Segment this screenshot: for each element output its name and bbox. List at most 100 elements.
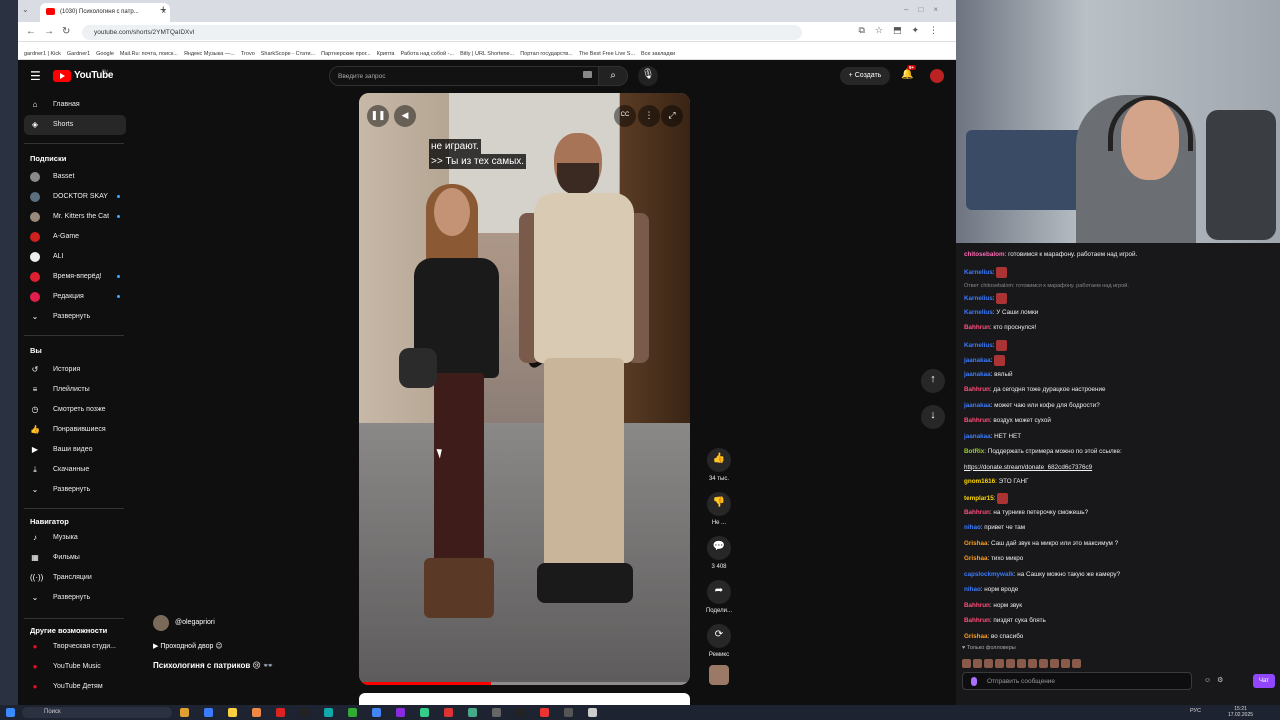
chat-username[interactable]: Bahhrun — [964, 386, 990, 393]
next-short-button[interactable]: ↓ — [921, 405, 945, 429]
chat-username[interactable]: templar15 — [964, 495, 994, 502]
start-icon[interactable] — [6, 708, 15, 717]
emote-row[interactable] — [962, 655, 1083, 673]
system-tray[interactable]: РУС — [1010, 708, 1201, 714]
navigator-header[interactable]: Навигатор — [30, 517, 69, 526]
chat-username[interactable]: Bahhrun — [964, 509, 990, 516]
bookmark-item[interactable]: Партнерские прог... — [321, 51, 370, 57]
sidebar-item[interactable]: ▶ Ваши видео — [24, 440, 126, 460]
chat-username[interactable]: Karnelius — [964, 309, 993, 316]
chat-username[interactable]: nihao — [964, 524, 981, 531]
chat-username[interactable]: Grishaa — [964, 633, 987, 640]
create-button[interactable]: + Создать — [840, 67, 890, 85]
bookmark-item[interactable]: Все закладки — [641, 51, 675, 57]
sidebar-item[interactable]: ◷ Смотреть позже — [24, 400, 126, 420]
sidebar-item[interactable]: ▦ Фильмы — [24, 548, 126, 568]
taskbar-app-icon[interactable] — [540, 708, 549, 717]
chat-send-button[interactable]: Чат — [1253, 674, 1275, 688]
chat-username[interactable]: jaanakaa — [964, 357, 991, 364]
bookmark-item[interactable]: gardner1 | Kick — [24, 51, 61, 57]
remix-action[interactable]: ⟳ Ремикс — [699, 624, 739, 658]
youtube-logo-icon[interactable] — [53, 70, 71, 82]
sidebar-item[interactable]: ⌄ Развернуть — [24, 480, 126, 500]
sidebar-item[interactable]: ⌂ Главная — [24, 95, 126, 115]
window-controls[interactable]: –□× — [904, 5, 948, 14]
pause-icon[interactable]: ❚❚ — [367, 105, 389, 127]
sidebar-item[interactable]: ♪ Музыка — [24, 528, 126, 548]
forward-icon[interactable]: → — [44, 26, 54, 37]
chat-username[interactable]: jaanakaa — [964, 371, 991, 378]
sidebar-item[interactable]: Mr. Kitters the Cat — [24, 207, 126, 227]
tab-search-icon[interactable]: ⌄ — [22, 5, 29, 14]
chat-username[interactable]: nihao — [964, 586, 981, 593]
taskbar-search[interactable]: Поиск — [22, 707, 172, 718]
taskbar-app-icon[interactable] — [228, 708, 237, 717]
chat-settings-icons[interactable]: ☺⚙ — [1204, 676, 1229, 684]
comment-icon[interactable]: 💬 — [707, 536, 731, 560]
tab-youtube[interactable]: (1030) Психологиня с патр... × — [40, 3, 170, 22]
sidebar-item[interactable]: A-Game — [24, 227, 126, 247]
chat-username[interactable]: chitosebalom — [964, 251, 1005, 258]
voice-search-button[interactable]: 🎙 — [638, 66, 658, 86]
account-avatar[interactable] — [930, 69, 944, 83]
taskbar-app-icon[interactable] — [564, 708, 573, 717]
dislike-action[interactable]: 👎 Не ... — [699, 492, 739, 526]
chat-username[interactable]: Grishaa — [964, 555, 987, 562]
playlist-link[interactable]: ▶ Проходной двор 😉 — [153, 642, 223, 650]
taskbar-app-icon[interactable] — [276, 708, 285, 717]
sidebar-item[interactable]: ⌄ Развернуть — [24, 307, 126, 327]
bookmark-item[interactable]: Bitly | URL Shortene... — [460, 51, 514, 57]
search-button[interactable]: ⌕ — [598, 66, 628, 86]
url-field[interactable]: youtube.com/shorts/2YMTQaIDXvI — [82, 25, 802, 40]
search-input[interactable]: Введите запрос — [329, 66, 599, 86]
bookmark-item[interactable]: Google — [96, 51, 114, 57]
chat-link[interactable]: https://donate.stream/donate_682cd6c7376… — [964, 464, 1276, 472]
taskbar-app-icon[interactable] — [300, 708, 309, 717]
chat-username[interactable]: Bahhrun — [964, 602, 990, 609]
taskbar-app-icon[interactable] — [420, 708, 429, 717]
video-progress-bar[interactable] — [359, 682, 690, 685]
more-header[interactable]: Другие возможности — [30, 626, 107, 635]
menu-icon[interactable]: ☰ — [30, 69, 41, 83]
bookmark-item[interactable]: Работа над собой -... — [400, 51, 454, 57]
bookmark-item[interactable]: Gardner1 — [67, 51, 90, 57]
sidebar-item[interactable]: ⤓ Скачанные — [24, 460, 126, 480]
sidebar-item[interactable]: ALI — [24, 247, 126, 267]
taskbar-app-icon[interactable] — [444, 708, 453, 717]
volume-icon[interactable]: ◀ — [394, 105, 416, 127]
sidebar-item[interactable]: Редакция — [24, 287, 126, 307]
thumbs-down-icon[interactable]: 👎 — [707, 492, 731, 516]
chat-username[interactable]: Grishaa — [964, 540, 987, 547]
chat-username[interactable]: jaanakaa — [964, 402, 991, 409]
taskbar-app-icon[interactable] — [492, 708, 501, 717]
previous-short-button[interactable]: ↑ — [921, 369, 945, 393]
sidebar-item[interactable]: DOCKTOR SKAY — [24, 187, 126, 207]
bookmark-item[interactable]: Яндекс Музыка —... — [184, 51, 235, 57]
audio-source-thumbnail[interactable] — [709, 665, 729, 685]
language-indicator[interactable]: РУС — [1190, 708, 1201, 714]
taskbar-app-icon[interactable] — [516, 708, 525, 717]
chat-username[interactable]: Karnelius — [964, 269, 993, 276]
sidebar-item[interactable]: ● Творческая студи... — [24, 637, 126, 657]
channel-avatar[interactable] — [153, 615, 169, 631]
bookmark-item[interactable]: Портал государств... — [520, 51, 573, 57]
like-action[interactable]: 👍 34 тыс. — [699, 448, 739, 482]
sidebar-item[interactable]: Basset — [24, 167, 126, 187]
taskbar-app-icon[interactable] — [324, 708, 333, 717]
remix-icon[interactable]: ⟳ — [707, 624, 731, 648]
browser-toolbar-icons[interactable]: ⧉☆⬒✦⋮ — [858, 25, 948, 36]
chat-username[interactable]: gnom1616 — [964, 478, 995, 485]
channel-handle[interactable]: @olegapriori — [175, 619, 215, 626]
sidebar-item[interactable]: ⌄ Развернуть — [24, 588, 126, 608]
chat-input[interactable]: Отправить сообщение — [962, 672, 1192, 690]
comments-action[interactable]: 💬 3 408 — [699, 536, 739, 570]
taskbar-app-icon[interactable] — [372, 708, 381, 717]
bookmark-item[interactable]: SharkScope - Стати... — [261, 51, 315, 57]
subscriptions-header[interactable]: Подписки — [30, 154, 66, 163]
back-icon[interactable]: ← — [26, 26, 36, 37]
shorts-player[interactable]: ❚❚ ◀ CC ⋮ ⤢ не играют. >> Ты из тех самы… — [359, 93, 690, 685]
share-icon[interactable]: ➦ — [707, 580, 731, 604]
taskbar-app-icon[interactable] — [204, 708, 213, 717]
bookmark-item[interactable]: Mail.Ru: почта, поиск... — [120, 51, 178, 57]
taskbar-app-icon[interactable] — [468, 708, 477, 717]
